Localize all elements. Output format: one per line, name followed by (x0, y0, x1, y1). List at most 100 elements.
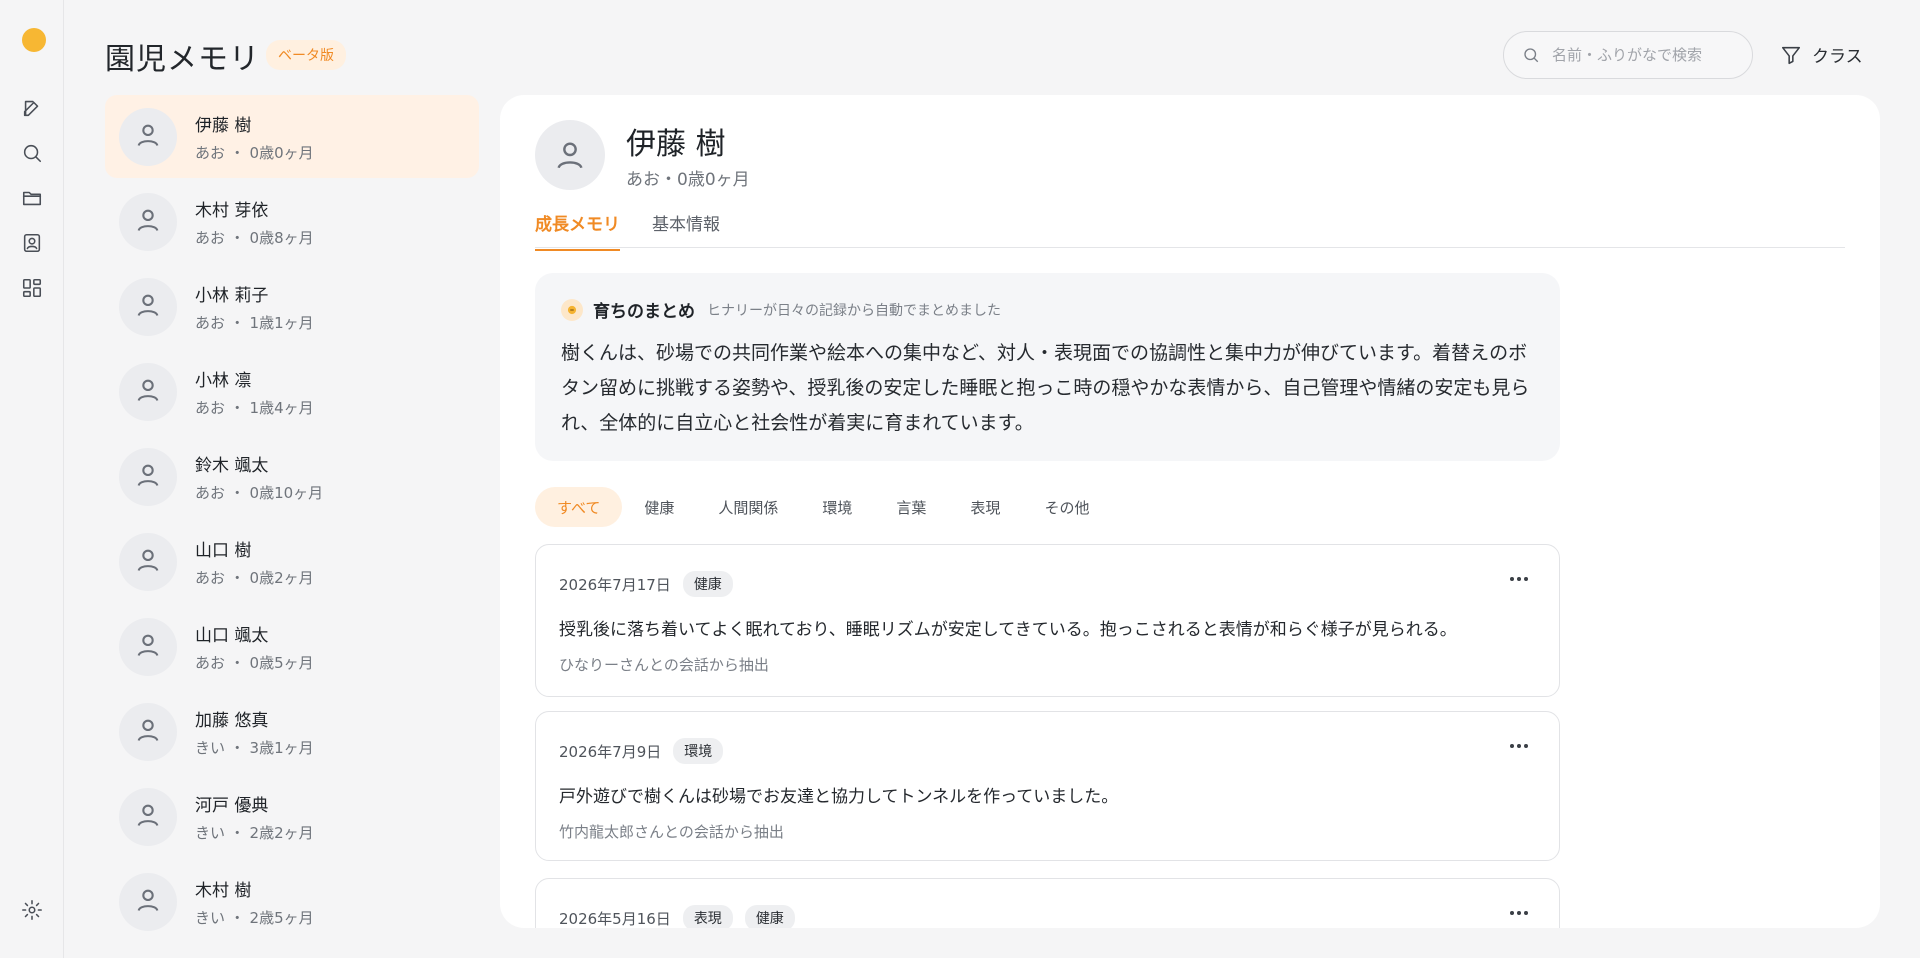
summary-title: 育ちのまとめ (593, 302, 695, 322)
memo-text: 戸外遊びで樹くんは砂場でお友達と協力してトンネルを作っていました。 (559, 787, 1119, 807)
avatar (119, 362, 177, 421)
memo-date: 2026年7月17日 (559, 575, 671, 594)
child-list-class-age: きい ・ 2歳2ヶ月 (195, 823, 314, 842)
child-list-name: 山口 颯太 (195, 625, 269, 646)
avatar (119, 787, 177, 846)
avatar (119, 277, 177, 336)
user-icon (134, 461, 162, 493)
memo-date: 2026年5月16日 (559, 909, 671, 928)
detail-tabs: 成長メモリ 基本情報 (535, 210, 1845, 251)
child-list-class-age: あお ・ 1歳1ヶ月 (195, 313, 314, 332)
avatar (119, 872, 177, 931)
more-options-icon[interactable] (1505, 736, 1533, 756)
child-name: 伊藤 樹 (626, 127, 726, 162)
avatar (119, 617, 177, 676)
memo-tag: 健康 (744, 905, 795, 928)
child-list-name: 小林 凛 (195, 370, 252, 391)
user-icon (134, 376, 162, 408)
child-list-class-age: あお ・ 0歳5ヶ月 (195, 653, 314, 672)
user-icon (134, 631, 162, 663)
class-filter-button[interactable]: クラス (1780, 42, 1863, 67)
child-list-item[interactable]: 小林 凛あお ・ 1歳4ヶ月 (105, 350, 479, 433)
child-list-name: 小林 莉子 (195, 285, 269, 306)
avatar (119, 107, 177, 166)
child-list-item[interactable]: 小林 莉子あお ・ 1歳1ヶ月 (105, 265, 479, 348)
folder-icon[interactable] (18, 184, 46, 212)
category-chip[interactable]: その他 (1022, 487, 1111, 527)
category-chip[interactable]: 環境 (800, 487, 874, 527)
search-icon (1524, 48, 1539, 63)
child-list-item[interactable]: 木村 芽依あお ・ 0歳8ヶ月 (105, 180, 479, 263)
child-list-name: 木村 樹 (195, 880, 252, 901)
user-icon (134, 716, 162, 748)
tab-basic-info[interactable]: 基本情報 (652, 210, 720, 249)
beta-badge: ベータ版 (266, 40, 346, 70)
child-list-class-age: あお ・ 0歳2ヶ月 (195, 568, 314, 587)
child-list-name: 山口 樹 (195, 540, 252, 561)
user-icon (557, 142, 583, 169)
memo-tag: 表現 (682, 905, 733, 928)
child-list-class-age: あお ・ 0歳0ヶ月 (195, 143, 314, 162)
child-list-item[interactable]: 木村 樹きい ・ 2歳5ヶ月 (105, 860, 479, 943)
more-options-icon[interactable] (1505, 903, 1533, 923)
memo-card: 2026年7月17日 健康授乳後に落ち着いてよく眠れており、睡眠リズムが安定してき… (535, 544, 1560, 697)
child-detail-panel: 伊藤 樹 あお・0歳0ヶ月 成長メモリ 基本情報 育ちのまとめ ヒナリーが日々の… (500, 95, 1880, 928)
search-box[interactable] (1503, 31, 1753, 79)
category-chip[interactable]: 健康 (622, 487, 696, 527)
child-list-name: 加藤 悠真 (195, 710, 269, 731)
memo-card: 2026年7月9日 環境 戸外遊びで樹くんは砂場でお友達と協力してトンネルを作ってい… (535, 711, 1560, 861)
summary-text: 樹くんは、砂場での共同作業や絵本への集中など、対人・表現面での協調性と集中力が伸… (561, 342, 1530, 434)
user-icon (134, 886, 162, 918)
child-list-class-age: きい ・ 3歳1ヶ月 (195, 738, 314, 757)
child-list-item[interactable]: 加藤 悠真きい ・ 3歳1ヶ月 (105, 690, 479, 773)
child-list-name: 伊藤 樹 (195, 115, 252, 136)
child-list-class-age: あお ・ 0歳10ヶ月 (195, 483, 324, 502)
user-icon (134, 546, 162, 578)
memo-source: 竹内龍太郎さんとの会話から抽出 (559, 823, 784, 841)
category-filter: すべて 健康 人間関係 環境 言葉 表現 その他 (535, 487, 1111, 527)
memo-card: 2026年5月16日 表現 健康 (535, 878, 1560, 928)
logo-icon[interactable] (19, 25, 47, 53)
summary-note: ヒナリーが日々の記録から自動でまとめました (707, 302, 1001, 319)
child-list-class-age: きい ・ 2歳5ヶ月 (195, 908, 314, 927)
memo-source: ひなりーさんとの会話から抽出 (559, 656, 769, 674)
tab-growth-memory[interactable]: 成長メモリ (535, 210, 620, 251)
user-icon (134, 291, 162, 323)
sparkle-icon (561, 298, 583, 321)
child-list-item[interactable]: 伊藤 樹あお ・ 0歳0ヶ月 (105, 95, 479, 178)
child-list-name: 木村 芽依 (195, 200, 269, 221)
avatar (535, 120, 605, 190)
more-options-icon[interactable] (1505, 569, 1533, 589)
user-icon (134, 121, 162, 153)
category-chip[interactable]: 言葉 (874, 487, 948, 527)
child-list-item[interactable]: 山口 樹あお ・ 0歳2ヶ月 (105, 520, 479, 603)
child-list-class-age: あお ・ 0歳8ヶ月 (195, 228, 314, 247)
category-chip[interactable]: 表現 (948, 487, 1022, 527)
category-chip[interactable]: すべて (535, 487, 623, 527)
child-list-item[interactable]: 鈴木 颯太あお ・ 0歳10ヶ月 (105, 435, 479, 518)
avatar (119, 192, 177, 251)
filter-icon (1781, 46, 1801, 64)
child-list-class-age: あお ・ 1歳4ヶ月 (195, 398, 314, 417)
memo-date: 2026年7月9日 (559, 742, 662, 761)
class-filter-label: クラス (1812, 47, 1863, 67)
avatar (119, 532, 177, 591)
edit-icon[interactable] (18, 94, 46, 122)
category-chip[interactable]: 人間関係 (696, 487, 800, 527)
avatar (119, 447, 177, 506)
child-list-item[interactable]: 山口 颯太あお ・ 0歳5ヶ月 (105, 605, 479, 688)
search-icon[interactable] (18, 139, 46, 167)
page-title: 園児メモリ (105, 42, 260, 77)
search-input[interactable] (1552, 46, 1742, 64)
child-list-name: 鈴木 颯太 (195, 455, 269, 476)
avatar (119, 702, 177, 761)
dashboard-icon[interactable] (18, 274, 46, 302)
user-icon (134, 206, 162, 238)
child-class-age: あお・0歳0ヶ月 (626, 170, 750, 190)
memo-text: 授乳後に落ち着いてよく眠れており、睡眠リズムが安定してきている。抱っこされると表… (559, 620, 1457, 640)
settings-icon[interactable] (18, 896, 46, 924)
nav-rail (0, 0, 64, 958)
contact-card-icon[interactable] (18, 229, 46, 257)
child-list-item[interactable]: 河戸 優典 きい ・ 2歳2ヶ月 (105, 775, 479, 858)
memo-tag: 健康 (682, 571, 733, 597)
